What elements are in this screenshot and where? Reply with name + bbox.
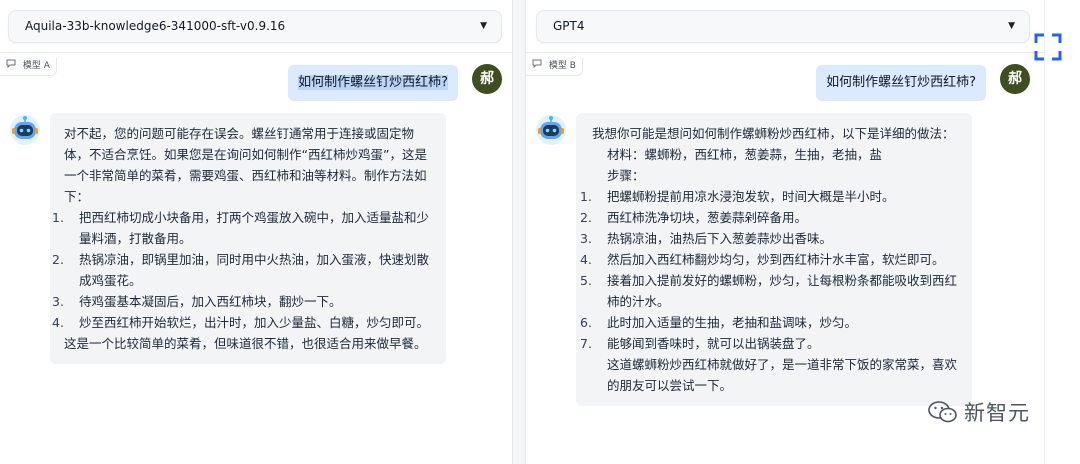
user-avatar: 郝 [1000, 64, 1030, 94]
reply-step: 4. 炒至西红柿开始软烂，出汁时，加入少量盐、白糖，炒匀即可。 [52, 315, 430, 330]
reply-step: 5. 接着加入提前发好的螺蛳粉，炒匀，让每根粉条都能吸收到西红柿的汁水。 [580, 273, 958, 309]
scrollbar-track[interactable] [1044, 0, 1080, 464]
reply-step: 1. 把西红柿切成小块备用，打两个鸡蛋放入碗中，加入适量盐和少量料酒，打散备用。 [52, 210, 430, 246]
panel-divider [512, 0, 526, 464]
chat-icon [6, 59, 19, 71]
bot-message-row: 对不起，您的问题可能存在误会。螺丝钉通常用于连接或固定物体，不适合烹饪。如果您是… [8, 113, 446, 364]
model-a-label: 模型 A [0, 58, 57, 76]
reply-intro: 对不起，您的问题可能存在误会。螺丝钉通常用于连接或固定物体，不适合烹饪。如果您是… [64, 126, 427, 204]
reply-step: 3. 待鸡蛋基本凝固后，加入西红柿块，翻炒一下。 [52, 294, 342, 309]
bot-avatar-icon [10, 115, 40, 145]
reply-steps: 1. 把螺蛳粉提前用凉水浸泡发软，时间大概是半小时。 2. 西红柿洗净切块，葱姜蒜剁… [580, 186, 960, 354]
chevron-down-icon: ▼ [1008, 21, 1015, 31]
reply-steps: 1. 把西红柿切成小块备用，打两个鸡蛋放入碗中，加入适量盐和少量料酒，打散备用。 … [52, 207, 434, 333]
user-message-bubble: 如何制作螺丝钉炒西红柿? [816, 65, 986, 101]
watermark: 新智元 [928, 397, 1030, 427]
reply-step: 1. 把螺蛳粉提前用凉水浸泡发软，时间大概是半小时。 [580, 189, 895, 204]
reply-intro: 我想你可能是想问如何制作螺蛳粉炒西红柿，以下是详细的做法： [592, 126, 955, 141]
reply-outro: 这是一个比较简单的菜肴，但味道很不错，也很适合用来做早餐。 [64, 336, 427, 351]
model-a-panel: Aquila-33b-knowledge6-341000-sft-v0.9.16… [0, 0, 512, 464]
model-b-label: 模型 B [526, 58, 583, 76]
model-b-select-value: GPT4 [553, 19, 585, 33]
user-avatar: 郝 [472, 64, 502, 94]
reply-steps-label: 步骤： [607, 168, 645, 183]
bot-message-bubble: 我想你可能是想问如何制作螺蛳粉炒西红柿，以下是详细的做法： 材料：螺蛳粉，西红柿… [576, 113, 972, 406]
chat-icon [532, 59, 545, 71]
model-b-panel: GPT4 ▼ 模型 B 如何制作螺丝钉炒西红柿? 郝 我想你可能是想问如何制作螺… [526, 0, 1044, 464]
reply-step: 2. 西红柿洗净切块，葱姜蒜剁碎备用。 [580, 210, 808, 225]
bot-message-row: 我想你可能是想问如何制作螺蛳粉炒西红柿，以下是详细的做法： 材料：螺蛳粉，西红柿… [534, 113, 972, 406]
reply-step: 6. 此时加入适量的生抽，老抽和盐调味，炒匀。 [580, 315, 858, 330]
user-message-bubble: 如何制作螺丝钉炒西红柿? [288, 65, 458, 101]
model-a-chatbot[interactable]: 模型 A 如何制作螺丝钉炒西红柿? 郝 对不起，您的问题可能存在误会。螺丝钉通常… [0, 52, 512, 464]
chevron-down-icon: ▼ [480, 21, 487, 31]
reply-step: 3. 热锅凉油，油热后下入葱姜蒜炒出香味。 [580, 231, 833, 246]
reply-step: 2. 热锅凉油，即锅里加油，同时用中火热油，加入蛋液，快速划散成鸡蛋花。 [52, 252, 430, 288]
reply-step: 7. 能够闻到香味时，就可以出锅装盘了。 [580, 336, 820, 351]
reply-outro: 这道螺蛳粉炒西红柿就做好了，是一道非常下饭的家常菜，喜欢的朋友可以尝试一下。 [607, 357, 958, 393]
model-b-label-text: 模型 B [548, 61, 576, 71]
user-message-text: 如何制作螺丝钉炒西红柿? [298, 75, 448, 90]
fullscreen-icon[interactable] [1034, 33, 1062, 61]
user-message-row: 如何制作螺丝钉炒西红柿? 郝 [288, 64, 502, 101]
bot-message-bubble: 对不起，您的问题可能存在误会。螺丝钉通常用于连接或固定物体，不适合烹饪。如果您是… [50, 113, 446, 364]
model-a-select-value: Aquila-33b-knowledge6-341000-sft-v0.9.16 [25, 19, 286, 33]
model-b-select[interactable]: GPT4 ▼ [536, 10, 1030, 43]
model-a-select[interactable]: Aquila-33b-knowledge6-341000-sft-v0.9.16… [8, 10, 502, 43]
wechat-icon [928, 401, 957, 423]
model-a-label-text: 模型 A [22, 61, 50, 71]
reply-materials: 材料：螺蛳粉，西红柿，葱姜蒜，生抽，老抽，盐 [607, 147, 883, 162]
watermark-text: 新智元 [964, 401, 1030, 425]
reply-step: 4. 然后加入西红柿翻炒均匀，炒到西红柿汁水丰富，软烂即可。 [580, 252, 945, 267]
user-message-row: 如何制作螺丝钉炒西红柿? 郝 [816, 64, 1030, 101]
user-message-text: 如何制作螺丝钉炒西红柿? [826, 75, 976, 90]
bot-avatar-icon [536, 115, 566, 145]
